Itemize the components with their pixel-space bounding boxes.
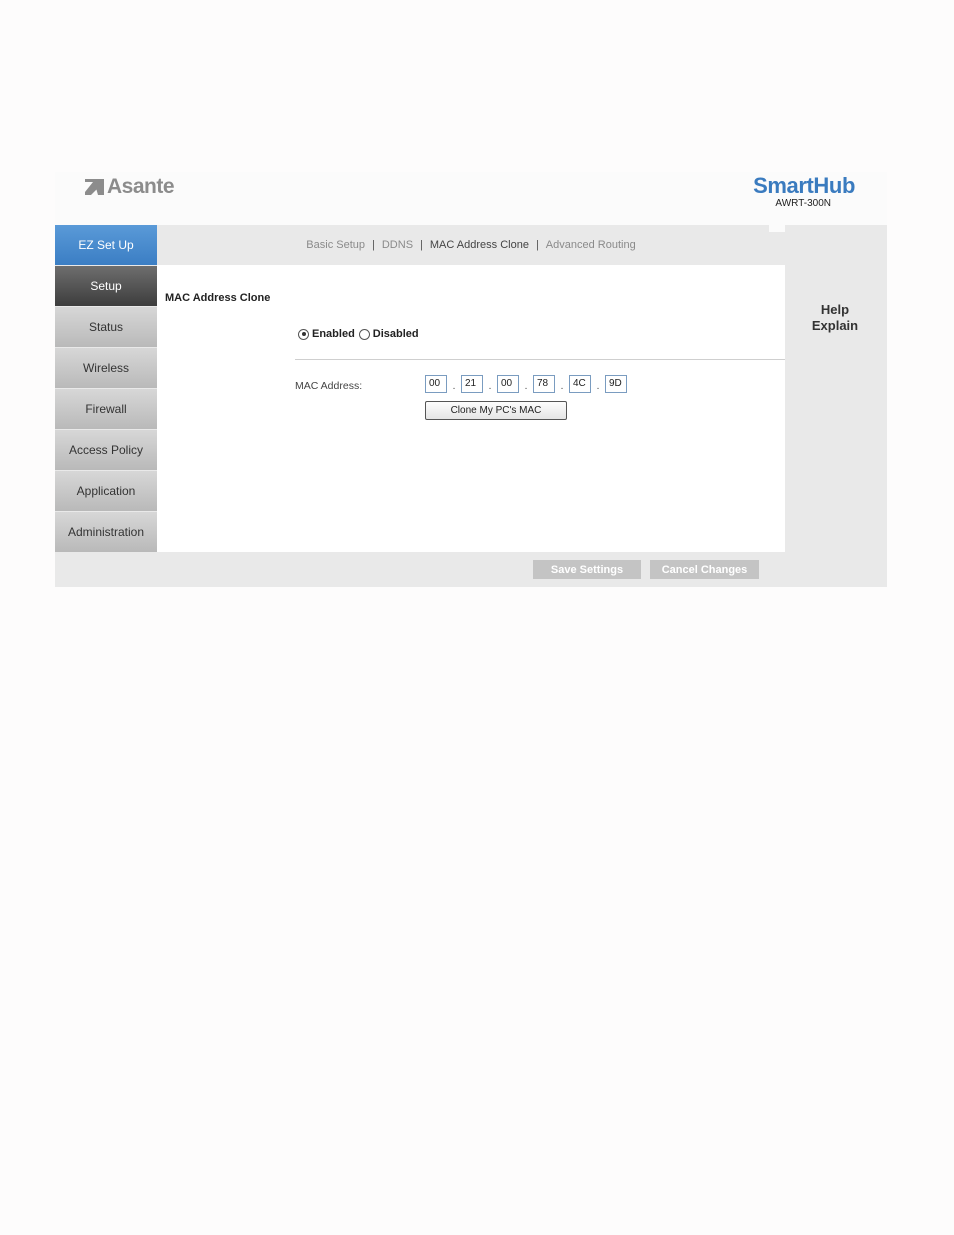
- subnav-separator: |: [420, 239, 423, 251]
- octet-separator: .: [596, 381, 600, 392]
- mac-octet-5-input[interactable]: 4C: [569, 375, 591, 393]
- mac-octet-2-input[interactable]: 21: [461, 375, 483, 393]
- octet-separator: .: [524, 381, 528, 392]
- mac-octet-1-input[interactable]: 00: [425, 375, 447, 393]
- footer: Save Settings Cancel Changes: [55, 552, 887, 587]
- clone-pc-mac-button[interactable]: Clone My PC's MAC: [425, 401, 567, 420]
- mac-octet-4-input[interactable]: 78: [533, 375, 555, 393]
- sidebar: EZ Set Up Setup Status Wireless Firewall…: [55, 225, 157, 553]
- enabled-label: Enabled: [312, 328, 355, 340]
- product-title: SmartHub: [753, 173, 855, 198]
- tab-advanced-routing[interactable]: Advanced Routing: [546, 239, 636, 251]
- sidebar-item-wireless[interactable]: Wireless: [55, 348, 157, 388]
- octet-separator: .: [560, 381, 564, 392]
- disabled-label: Disabled: [372, 328, 419, 340]
- asante-logo-icon: [85, 179, 104, 195]
- disabled-radio[interactable]: [358, 328, 370, 340]
- subnav-separator: |: [535, 239, 539, 251]
- divider: [295, 359, 785, 360]
- sidebar-item-application[interactable]: Application: [55, 471, 157, 511]
- brand-name: Asante: [107, 175, 175, 198]
- tab-basic-setup[interactable]: Basic Setup: [306, 239, 365, 251]
- mac-address-fields: 00 . 21 . 00 . 78 . 4C . 9D: [425, 375, 627, 393]
- help-text: Help Explain: [785, 302, 885, 334]
- asante-logo: Asante: [85, 175, 175, 199]
- product-model: AWRT-300N: [775, 198, 831, 209]
- subnav-separator: |: [372, 239, 375, 251]
- save-settings-button[interactable]: Save Settings: [533, 560, 641, 579]
- main-content: MAC Address Clone Enabled Disabled MAC A…: [157, 265, 785, 552]
- help-title[interactable]: Help: [785, 302, 885, 318]
- sidebar-item-firewall[interactable]: Firewall: [55, 389, 157, 429]
- tab-ddns[interactable]: DDNS: [382, 239, 413, 251]
- sidebar-item-administration[interactable]: Administration: [55, 512, 157, 552]
- product-branding: SmartHub AWRT-300N: [753, 173, 855, 210]
- octet-separator: .: [452, 381, 456, 392]
- sidebar-item-access-policy[interactable]: Access Policy: [55, 430, 157, 470]
- help-explain[interactable]: Explain: [785, 318, 885, 334]
- clone-toggle: Enabled Disabled: [298, 328, 423, 340]
- mac-octet-6-input[interactable]: 9D: [605, 375, 627, 393]
- header: Asante SmartHub AWRT-300N: [55, 172, 887, 225]
- help-panel: Help Explain: [785, 225, 887, 552]
- enabled-radio[interactable]: [298, 328, 309, 340]
- sub-navigation: Basic Setup | DDNS | MAC Address Clone |…: [157, 225, 785, 265]
- cancel-changes-button[interactable]: Cancel Changes: [650, 560, 759, 579]
- sidebar-item-ez-setup[interactable]: EZ Set Up: [55, 225, 157, 265]
- router-admin-frame: Asante SmartHub AWRT-300N EZ Set Up Setu…: [55, 172, 887, 587]
- octet-separator: .: [488, 381, 492, 392]
- sidebar-item-status[interactable]: Status: [55, 307, 157, 347]
- section-title: MAC Address Clone: [165, 292, 271, 304]
- mac-address-label: MAC Address:: [295, 380, 363, 392]
- sidebar-item-setup[interactable]: Setup: [55, 266, 157, 306]
- mac-octet-3-input[interactable]: 00: [497, 375, 519, 393]
- tab-mac-address-clone[interactable]: MAC Address Clone: [430, 239, 529, 251]
